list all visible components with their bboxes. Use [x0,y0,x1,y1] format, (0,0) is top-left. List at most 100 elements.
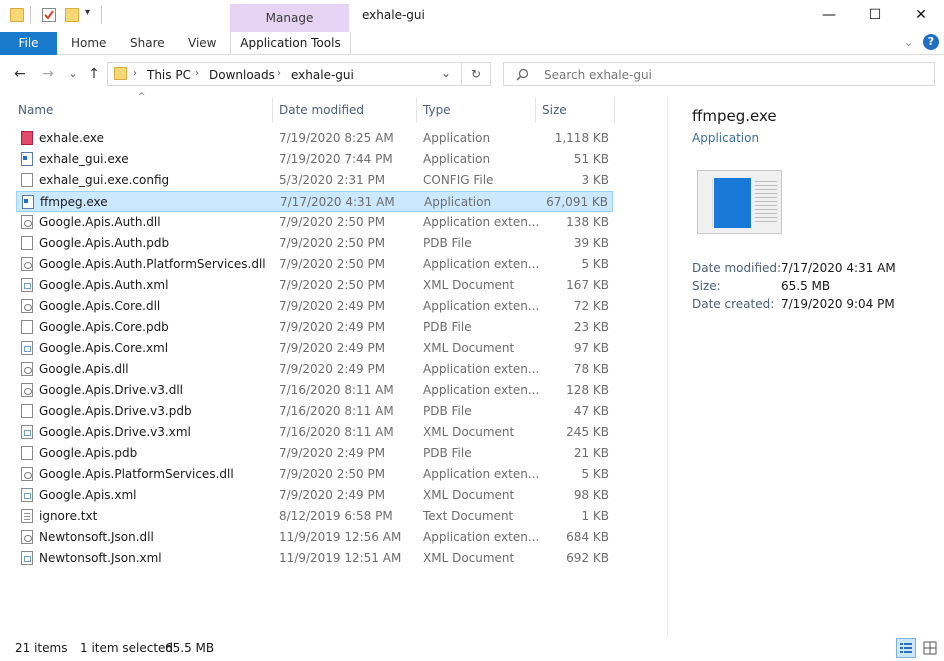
preview-size-value: 65.5 MB [781,279,831,293]
file-row[interactable]: exhale_gui.exe.config 5/3/2020 2:31 PM CON… [16,170,613,191]
dll-icon [21,467,33,481]
file-row[interactable]: Google.Apis.PlatformServices.dll 7/9/2020… [16,464,613,485]
column-header-name[interactable]: Name [18,103,53,117]
back-button[interactable]: ← [9,63,31,85]
minimize-button[interactable]: — [806,0,852,32]
file-date-modified: 11/9/2019 12:56 AM [279,530,402,544]
xml-icon [21,425,33,439]
tab-share[interactable]: Share [130,32,165,54]
properties-icon[interactable] [42,8,56,22]
file-row[interactable]: Google.Apis.pdb 7/9/2020 2:49 PM PDB File 2… [16,443,613,464]
file-size: 138 KB [566,215,609,229]
text-file-icon [21,509,33,523]
refresh-button[interactable]: ↻ [462,62,491,86]
file-row[interactable]: ffmpeg.exe 7/17/2020 4:31 AM Application 67… [16,191,613,212]
breadcrumb-exhale-gui[interactable]: exhale-gui [291,68,354,82]
forward-button[interactable]: → [37,63,59,85]
file-date-modified: 7/19/2020 7:44 PM [279,152,393,166]
dll-icon [21,257,33,271]
file-size: 1,118 KB [554,131,609,145]
breadcrumb-downloads[interactable]: Downloads [209,68,275,82]
file-row[interactable]: ignore.txt 8/12/2019 6:58 PM Text Document… [16,506,613,527]
file-row[interactable]: exhale.exe 7/19/2020 8:25 AM Application 1,… [16,128,613,149]
preview-date-created-value: 7/19/2020 9:04 PM [781,297,895,311]
file-row[interactable]: Google.Apis.Auth.xml 7/9/2020 2:50 PM XML … [16,275,613,296]
file-row[interactable]: Google.Apis.Core.dll 7/9/2020 2:49 PM Appl… [16,296,613,317]
manage-context-tab[interactable]: Manage [230,4,349,33]
column-divider[interactable] [535,97,536,123]
large-icons-view-button[interactable] [920,638,940,658]
details-view-button[interactable] [896,638,916,658]
exe-icon [22,195,34,209]
file-name: Google.Apis.Auth.dll [39,215,161,229]
file-row[interactable]: exhale_gui.exe 7/19/2020 7:44 PM Applicati… [16,149,613,170]
file-size: 684 KB [566,530,609,544]
file-row[interactable]: Newtonsoft.Json.xml 11/9/2019 12:51 AM XML… [16,548,613,569]
exhale-app-icon [21,131,33,145]
column-divider[interactable] [416,97,417,123]
file-row[interactable]: Google.Apis.xml 7/9/2020 2:49 PM XML Docum… [16,485,613,506]
divider [101,6,102,24]
help-button[interactable]: ? [923,34,939,50]
file-row[interactable]: Google.Apis.dll 7/9/2020 2:49 PM Applicati… [16,359,613,380]
file-date-modified: 7/17/2020 4:31 AM [280,195,395,209]
file-row[interactable]: Newtonsoft.Json.dll 11/9/2019 12:56 AM App… [16,527,613,548]
file-row[interactable]: Google.Apis.Core.xml 7/9/2020 2:49 PM XML … [16,338,613,359]
file-size: 167 KB [566,278,609,292]
search-box[interactable]: Search exhale-gui [503,62,935,86]
search-icon [516,68,529,81]
column-divider[interactable] [614,97,615,123]
file-type: Application exten... [423,530,540,544]
preview-pane-divider[interactable] [667,96,668,636]
file-name: Google.Apis.Auth.pdb [39,236,170,250]
column-header-size[interactable]: Size [542,103,567,117]
file-name: Google.Apis.Drive.v3.xml [39,425,191,439]
breadcrumb-separator: › [133,68,137,79]
up-button[interactable]: ↑ [83,63,105,85]
file-row[interactable]: Google.Apis.Drive.v3.dll 7/16/2020 8:11 A… [16,380,613,401]
file-name: exhale_gui.exe.config [39,173,170,187]
dll-icon [21,383,33,397]
recent-locations-button[interactable]: ⌄ [62,63,84,85]
file-type: PDB File [423,404,472,418]
file-date-modified: 7/9/2020 2:50 PM [279,257,386,271]
close-button[interactable]: ✕ [898,0,944,32]
column-divider[interactable] [272,97,273,123]
thumbnail-lines [755,181,777,182]
file-type: Application exten... [423,299,540,313]
file-type: XML Document [423,341,515,355]
file-name: Google.Apis.PlatformServices.dll [39,467,234,481]
expand-ribbon-icon[interactable]: ⌄ [904,36,913,49]
maximize-button[interactable]: ☐ [852,0,898,32]
title-bar: ▾ — ☐ ✕ [0,0,944,32]
file-row[interactable]: Google.Apis.Drive.v3.xml 7/16/2020 8:11 A… [16,422,613,443]
file-row[interactable]: Google.Apis.Auth.PlatformServices.dll 7/9… [16,254,613,275]
tab-view[interactable]: View [188,32,216,54]
column-header-type[interactable]: Type [423,103,451,117]
file-row[interactable]: Google.Apis.Auth.dll 7/9/2020 2:50 PM Appl… [16,212,613,233]
address-bar[interactable]: › This PC › Downloads › exhale-gui ⌄ [107,62,462,86]
file-type: XML Document [423,551,515,565]
file-row[interactable]: Google.Apis.Auth.pdb 7/9/2020 2:50 PM PDB … [16,233,613,254]
address-dropdown-icon[interactable]: ⌄ [441,66,451,80]
file-row[interactable]: Google.Apis.Core.pdb 7/9/2020 2:49 PM PDB … [16,317,613,338]
folder-icon [114,67,127,80]
file-row[interactable]: Google.Apis.Drive.v3.pdb 7/16/2020 8:11 A… [16,401,613,422]
file-name: Google.Apis.Core.pdb [39,320,169,334]
customize-qat-icon[interactable]: ▾ [85,7,90,18]
xml-icon [21,278,33,292]
file-name: Google.Apis.Drive.v3.dll [39,383,183,397]
dll-icon [21,215,33,229]
breadcrumb-this-pc[interactable]: This PC [147,68,191,82]
column-header-date[interactable]: Date modified [279,103,364,117]
new-folder-icon[interactable] [65,8,79,22]
file-type: Application exten... [423,215,540,229]
file-date-modified: 7/9/2020 2:50 PM [279,278,386,292]
tab-home[interactable]: Home [71,32,106,54]
file-type: Application [423,131,491,145]
file-size: 98 KB [573,488,609,502]
file-date-modified: 7/16/2020 8:11 AM [279,383,394,397]
tab-application-tools[interactable]: Application Tools [230,32,351,54]
file-size: 72 KB [573,299,609,313]
tab-file[interactable]: File [0,32,57,55]
